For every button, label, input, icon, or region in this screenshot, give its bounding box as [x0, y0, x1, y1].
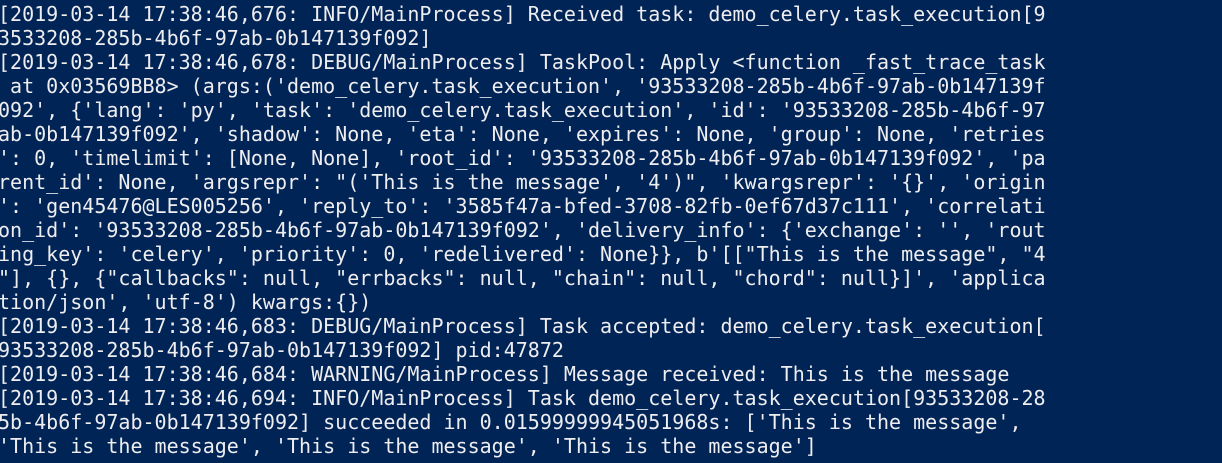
log-line-5: 092', {'lang': 'py', 'task': 'demo_celer…: [0, 98, 1046, 122]
log-line-12: "], {}, {"callbacks": null, "errbacks": …: [0, 266, 1046, 290]
log-line-13: tion/json', 'utf-8') kwargs:{}): [0, 290, 372, 314]
log-line-18: 5b-4b6f-97ab-0b147139f092] succeeded in …: [0, 410, 1022, 434]
log-line-9: ': 'gen45476@LES005256', 'reply_to': '35…: [0, 194, 1046, 218]
terminal-window[interactable]: [2019-03-14 17:38:46,676: INFO/MainProce…: [0, 0, 1222, 463]
vertical-scrollbar[interactable]: [1212, 0, 1222, 463]
log-line-14: [2019-03-14 17:38:46,683: DEBUG/MainProc…: [0, 314, 1046, 338]
log-line-2: 3533208-285b-4b6f-97ab-0b147139f092]: [0, 26, 432, 50]
log-line-19: 'This is the message', 'This is the mess…: [0, 434, 817, 458]
log-line-7: ': 0, 'timelimit': [None, None], 'root_i…: [0, 146, 1046, 170]
log-line-3: [2019-03-14 17:38:46,678: DEBUG/MainProc…: [0, 50, 1046, 74]
log-line-4: at 0x03569BB8> (args:('demo_celery.task_…: [0, 74, 1046, 98]
log-line-17: [2019-03-14 17:38:46,694: INFO/MainProce…: [0, 386, 1046, 410]
log-line-8: rent_id': None, 'argsrepr': "('This is t…: [0, 170, 1046, 194]
log-line-16: [2019-03-14 17:38:46,684: WARNING/MainPr…: [0, 362, 1010, 386]
log-line-11: ing_key': 'celery', 'priority': 0, 'rede…: [0, 242, 1046, 266]
log-line-10: on_id': '93533208-285b-4b6f-97ab-0b14713…: [0, 218, 1046, 242]
log-line-1: [2019-03-14 17:38:46,676: INFO/MainProce…: [0, 2, 1046, 26]
terminal-output[interactable]: [2019-03-14 17:38:46,676: INFO/MainProce…: [0, 2, 1210, 463]
log-line-6: ab-0b147139f092', 'shadow': None, 'eta':…: [0, 122, 1046, 146]
log-line-15: 93533208-285b-4b6f-97ab-0b147139f092] pi…: [0, 338, 564, 362]
